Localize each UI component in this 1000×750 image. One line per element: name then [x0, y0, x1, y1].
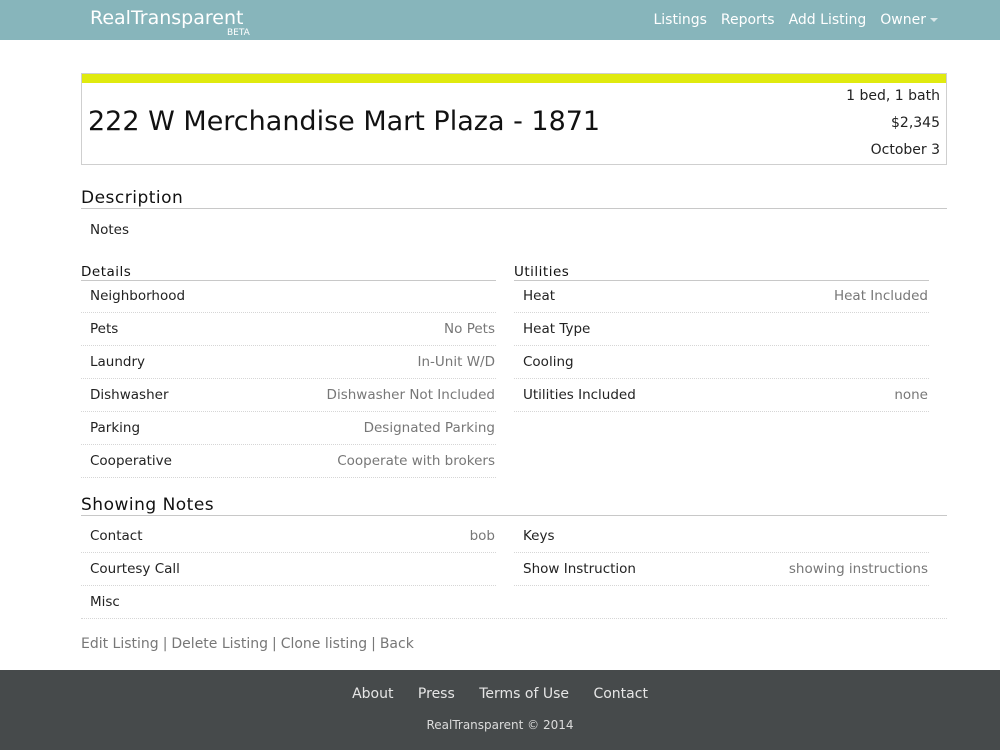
delete-listing-link[interactable]: Delete Listing [171, 636, 268, 652]
row-value: showing instructions [788, 561, 928, 577]
edit-listing-link[interactable]: Edit Listing [81, 636, 159, 652]
table-row: Cooperative Cooperate with brokers [81, 445, 496, 478]
table-row: Courtesy Call [81, 553, 496, 586]
nav-listings[interactable]: Listings [653, 12, 706, 28]
table-row: Misc [81, 586, 947, 619]
clone-listing-link[interactable]: Clone listing [281, 636, 367, 652]
description-divider [81, 208, 947, 209]
nav-owner-menu[interactable]: Owner [880, 12, 938, 28]
table-row: Show Instruction showing instructions [514, 553, 929, 586]
listing-date: October 3 [870, 142, 940, 158]
separator: | [162, 636, 168, 652]
showing-notes-divider [81, 515, 947, 516]
listing-summary: 1 bed, 1 bath $2,345 October 3 [846, 86, 940, 167]
row-label: Pets [90, 321, 119, 337]
details-heading: Details [81, 264, 132, 280]
table-row: Neighborhood [81, 280, 496, 313]
table-row: Cooling [514, 346, 929, 379]
back-link[interactable]: Back [380, 636, 414, 652]
listing-header: 222 W Merchandise Mart Plaza - 1871 1 be… [81, 73, 947, 165]
row-label: Cooperative [90, 453, 172, 469]
row-label: Heat Type [523, 321, 591, 337]
row-label: Parking [90, 420, 141, 436]
row-value: Designated Parking [363, 420, 495, 436]
listing-actions: Edit Listing | Delete Listing | Clone listin… [81, 636, 414, 652]
table-row: Laundry In-Unit W/D [81, 346, 496, 379]
nav-add-listing[interactable]: Add Listing [789, 12, 867, 28]
row-label: Laundry [90, 354, 146, 370]
listing-price: $2,345 [891, 115, 940, 131]
description-heading: Description [81, 188, 184, 208]
row-label: Courtesy Call [90, 561, 180, 577]
table-row: Keys [514, 520, 929, 553]
table-row: Parking Designated Parking [81, 412, 496, 445]
table-row: Dishwasher Dishwasher Not Included [81, 379, 496, 412]
separator: | [371, 636, 376, 652]
row-label: Show Instruction [523, 561, 636, 577]
row-label: Keys [523, 528, 555, 544]
copyright: RealTransparent © 2014 [426, 718, 574, 732]
row-value: Dishwasher Not Included [326, 387, 495, 403]
table-row: Contact bob [81, 520, 496, 553]
row-value: In-Unit W/D [417, 354, 495, 370]
row-value: No Pets [444, 321, 495, 337]
description-row: Notes [81, 214, 947, 247]
row-label: Heat [523, 288, 556, 304]
top-navbar: RealTransparent BETA Listings Reports Ad… [0, 0, 1000, 40]
row-label: Cooling [523, 354, 574, 370]
footer-press-link[interactable]: Press [418, 686, 455, 702]
footer-links: About Press Terms of Use Contact [0, 686, 1000, 702]
utilities-heading: Utilities [514, 264, 570, 280]
beta-badge: BETA [227, 28, 250, 38]
row-label: Dishwasher [90, 387, 169, 403]
nav-reports[interactable]: Reports [721, 12, 775, 28]
footer: About Press Terms of Use Contact RealTra… [0, 670, 1000, 750]
table-row: Utilities Included none [514, 379, 929, 412]
separator: | [271, 636, 277, 652]
footer-about-link[interactable]: About [352, 686, 393, 702]
listing-title: 222 W Merchandise Mart Plaza - 1871 [88, 106, 601, 137]
showing-notes-heading: Showing Notes [81, 495, 215, 515]
footer-terms-link[interactable]: Terms of Use [479, 686, 569, 702]
table-row: Heat Heat Included [514, 280, 929, 313]
table-row: Pets No Pets [81, 313, 496, 346]
row-label: Neighborhood [90, 288, 186, 304]
nav-owner-label: Owner [880, 12, 926, 28]
row-value: bob [469, 528, 495, 544]
beds-baths: 1 bed, 1 bath [846, 88, 940, 104]
status-stripe [82, 74, 946, 83]
description-notes: Notes [90, 222, 129, 238]
footer-contact-link[interactable]: Contact [593, 686, 647, 702]
row-value: none [894, 387, 928, 403]
brand-logo[interactable]: RealTransparent [90, 6, 243, 30]
row-label: Contact [90, 528, 143, 544]
row-label: Misc [90, 594, 120, 610]
row-value: Heat Included [833, 288, 928, 304]
row-label: Utilities Included [523, 387, 636, 403]
chevron-down-icon [930, 18, 938, 22]
main-nav: Listings Reports Add Listing Owner [639, 0, 938, 40]
table-row: Heat Type [514, 313, 929, 346]
row-value: Cooperate with brokers [337, 453, 495, 469]
